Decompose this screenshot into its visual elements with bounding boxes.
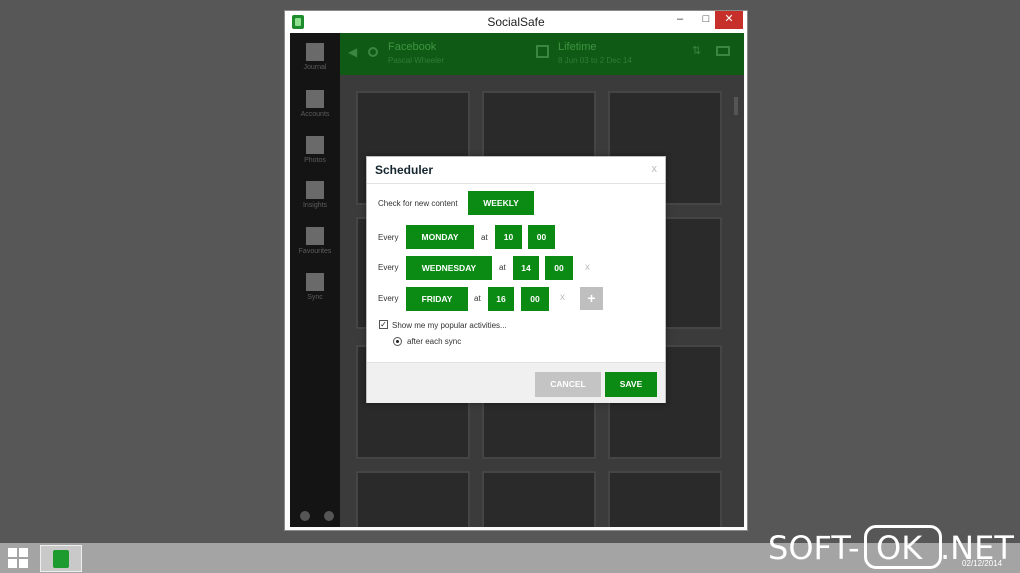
minute-select[interactable]: 00 [521,287,549,311]
sidebar-item-favourites[interactable]: Favourites [290,227,340,255]
sidebar-item-sync[interactable]: Sync [290,273,340,301]
hour-select[interactable]: 14 [513,256,539,280]
photo-thumbnail[interactable] [608,471,722,527]
check-content-label: Check for new content [378,199,458,208]
journal-icon [306,43,324,61]
watermark-text: SOFT- [768,529,860,567]
minute-select[interactable]: 00 [528,225,555,249]
dialog-header: Scheduler x [367,157,665,184]
after-sync-label: after each sync [407,337,462,346]
period-subtitle: 8 Jun 03 to 2 Dec 14 [558,56,632,65]
sidebar-item-label: Insights [302,202,328,209]
sidebar-item-insights[interactable]: Insights [290,181,340,209]
sidebar-item-accounts[interactable]: Accounts [290,90,340,118]
popular-activities-checkbox[interactable]: ✓ [379,320,388,329]
refresh-icon [306,273,324,291]
watermark-text: OK [876,529,923,567]
photo-thumbnail[interactable] [482,471,596,527]
photo-thumbnail[interactable] [356,471,470,527]
minimize-button[interactable]: – [667,11,693,29]
photo-icon [306,136,324,154]
sidebar-item-journal[interactable]: Journal [290,43,340,71]
dialog-close-button[interactable]: x [652,163,658,175]
after-sync-radio[interactable] [393,337,402,346]
day-select-monday[interactable]: MONDAY [406,225,474,249]
close-window-button[interactable]: ✕ [715,11,743,29]
back-arrow-icon[interactable]: ◀ [348,45,357,59]
dialog-title: Scheduler [375,163,434,177]
search-icon[interactable] [368,47,378,57]
export-icon[interactable] [716,46,730,56]
sidebar-item-label: Photos [304,157,326,164]
grid-icon [306,90,324,108]
frequency-select[interactable]: WEEKLY [468,191,534,215]
sidebar-item-label: Accounts [300,111,330,118]
watermark-text: .NET [940,529,1014,567]
sidebar-item-label: Journal [303,64,327,71]
save-button[interactable]: SAVE [605,372,657,397]
sidebar-item-label: Sync [307,294,323,301]
title-bar: SocialSafe – □ ✕ [285,11,747,33]
cancel-button[interactable]: CANCEL [535,372,601,397]
period-title: Lifetime [558,41,597,53]
at-label: at [499,263,506,272]
minute-select[interactable]: 00 [545,256,573,280]
source-title: Facebook [388,41,437,53]
at-label: at [474,294,481,303]
help-icon[interactable] [300,511,310,521]
windows-start-icon[interactable] [8,548,28,568]
calendar-icon[interactable] [536,45,549,58]
add-row-button[interactable]: + [580,287,603,310]
source-subtitle: Pascal Wheeler [388,56,445,65]
sidebar: Journal Accounts Photos Insights Favouri… [290,33,340,527]
hour-select[interactable]: 10 [495,225,522,249]
remove-row-button[interactable]: x [585,262,590,273]
sort-icon[interactable]: ⇅ [692,44,701,57]
day-select-wednesday[interactable]: WEDNESDAY [406,256,492,280]
dialog-body: Check for new content WEEKLY Every MONDA… [367,184,665,360]
sidebar-item-label: Favourites [298,248,332,255]
scheduler-dialog: Scheduler x Check for new content WEEKLY… [366,156,666,403]
hour-select[interactable]: 16 [488,287,514,311]
every-label: Every [378,263,399,272]
taskbar-socialsafe-icon[interactable] [40,545,82,572]
dialog-footer: CANCEL SAVE [367,362,665,403]
at-label: at [481,233,488,242]
popular-activities-label: Show me my popular activities... [392,321,507,330]
heart-icon [306,227,324,245]
scrollbar-thumb[interactable] [734,97,738,115]
settings-icon[interactable] [324,511,334,521]
remove-row-button[interactable]: x [560,292,565,303]
header-bar: ◀ Facebook Pascal Wheeler Lifetime 8 Jun… [340,33,744,75]
sidebar-item-photos[interactable]: Photos [290,136,340,164]
chart-icon [306,181,324,199]
every-label: Every [378,294,399,303]
every-label: Every [378,233,399,242]
day-select-friday[interactable]: FRIDAY [406,287,468,311]
